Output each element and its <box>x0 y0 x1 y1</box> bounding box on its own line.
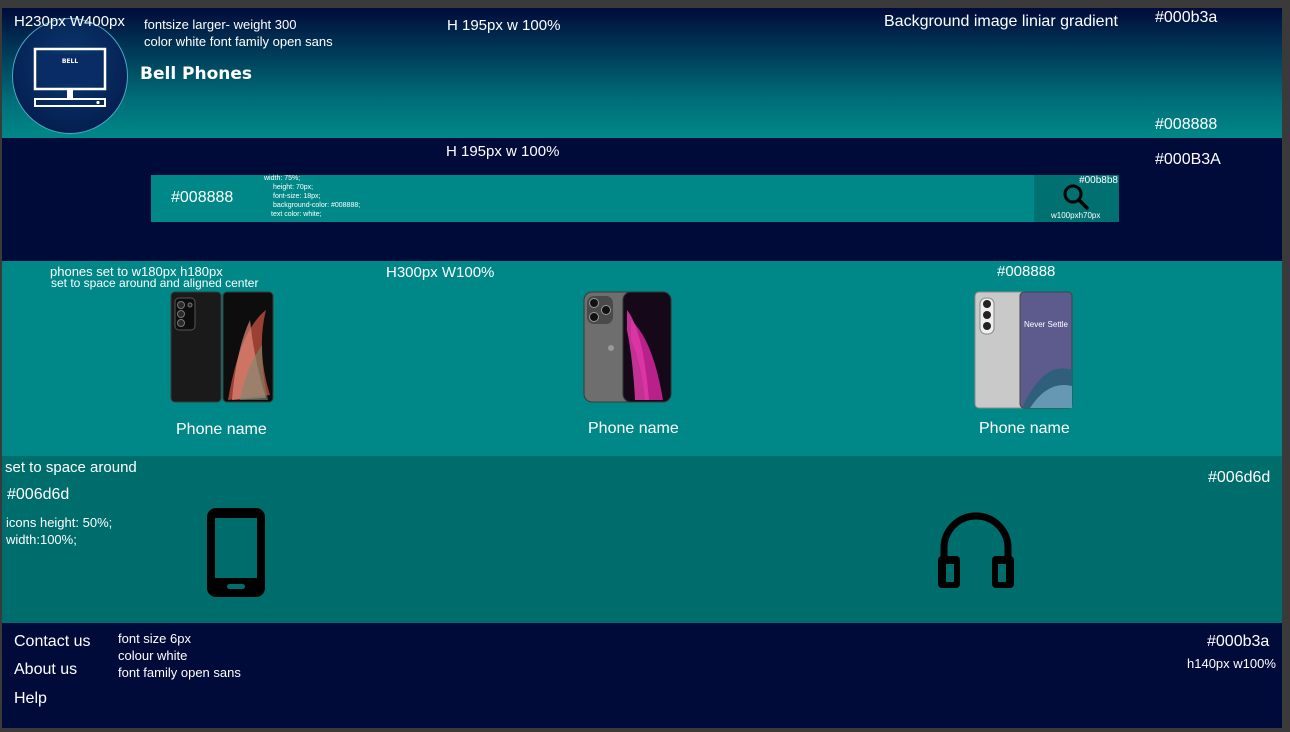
smartphone-icon[interactable] <box>205 506 267 599</box>
color-note-bottom: #008888 <box>1155 116 1218 133</box>
footer-link-contact[interactable]: Contact us <box>14 633 90 651</box>
font-note: fontsize larger- weight 300 <box>144 17 297 32</box>
wireframe-canvas: BELL H230px W400px fontsize larger- weig… <box>2 8 1282 728</box>
css-note-line: height: 70px; <box>273 184 314 191</box>
phone-image <box>170 291 274 403</box>
logo-size-note: H230px W400px <box>14 13 125 30</box>
icons-size-note: icons height: 50%; <box>6 515 113 530</box>
phone-card[interactable]: Never Settle <box>974 290 1074 410</box>
icons-color-note-right: #006d6d <box>1208 469 1271 486</box>
phone-card[interactable] <box>170 290 274 404</box>
phone-screen-text: Never Settle <box>1024 320 1069 329</box>
footer-note: colour white <box>118 648 188 663</box>
icons-color-note: #006d6d <box>7 486 70 503</box>
phones-color-note: #008888 <box>997 263 1056 280</box>
footer-link-help[interactable]: Help <box>14 690 47 708</box>
icons-size-note: width:100%; <box>6 532 77 547</box>
search-button[interactable]: #00b8b8 w100pxh70px <box>1034 175 1119 222</box>
css-note-line: font-size: 18px; <box>273 193 321 200</box>
css-note-line: background-color: #008888; <box>273 202 361 209</box>
computer-monitor-icon: BELL <box>33 47 107 107</box>
footer-note: font size 6px <box>118 631 191 646</box>
header-section: BELL H230px W400px fontsize larger- weig… <box>2 8 1282 138</box>
phone-card[interactable] <box>583 290 673 404</box>
css-note-line: text color: white; <box>271 211 322 218</box>
font-note: color white font family open sans <box>144 34 333 49</box>
phone-name[interactable]: Phone name <box>588 420 679 438</box>
logo[interactable]: BELL <box>12 18 128 134</box>
footer-link-about[interactable]: About us <box>14 661 77 679</box>
search-color-note: #000B3A <box>1155 151 1221 168</box>
phone-name[interactable]: Phone name <box>176 421 267 439</box>
phones-note: set to space around and aligned center <box>51 276 259 290</box>
phone-image <box>583 291 672 403</box>
icons-section: set to space around #006d6d icons height… <box>2 456 1282 623</box>
phone-name[interactable]: Phone name <box>979 420 1070 438</box>
gradient-note: Background image liniar gradient <box>884 13 1118 30</box>
search-size-note: H 195px w 100% <box>446 143 560 160</box>
phones-size-note: H300px W100% <box>386 264 495 281</box>
search-section: H 195px w 100% #000B3A #008888 width: 75… <box>2 138 1282 261</box>
header-size-note: H 195px w 100% <box>447 17 561 34</box>
search-button-size-note: w100pxh70px <box>1051 211 1101 220</box>
icons-space-note: set to space around <box>5 459 137 476</box>
color-note-top: #000b3a <box>1155 9 1218 26</box>
phones-section: phones set to w180px h180px set to space… <box>2 261 1282 456</box>
logo-text: BELL <box>62 58 78 65</box>
css-note-line: width: 75%; <box>264 175 301 182</box>
footer-color-note: #000b3a <box>1207 633 1270 650</box>
phone-image: Never Settle <box>974 291 1073 409</box>
search-input[interactable]: #008888 width: 75%; height: 70px; font-s… <box>151 175 1119 222</box>
footer-size-note: h140px w100% <box>1187 656 1276 671</box>
headphones-icon[interactable] <box>934 508 1018 592</box>
footer-note: font family open sans <box>118 665 241 680</box>
search-icon <box>1063 184 1089 210</box>
brand-title[interactable]: Bell Phones <box>140 64 252 84</box>
footer-section: Contact us About us Help font size 6px c… <box>2 623 1282 728</box>
search-bar-color-note: #008888 <box>171 189 234 206</box>
